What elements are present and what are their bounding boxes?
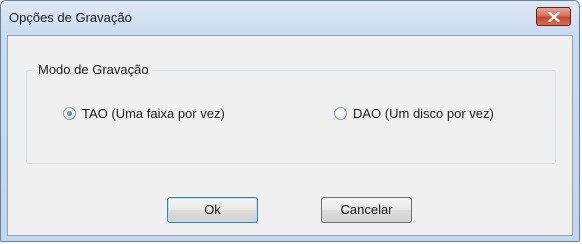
cancel-button[interactable]: Cancelar bbox=[321, 197, 412, 223]
close-icon bbox=[548, 12, 560, 22]
radio-tao[interactable]: TAO (Uma faixa por vez) bbox=[63, 106, 225, 121]
window-title: Opções de Gravação bbox=[9, 10, 132, 25]
dialog-window: Opções de Gravação Modo de Gravação TAO … bbox=[0, 0, 580, 242]
radio-icon[interactable] bbox=[63, 107, 76, 120]
dialog-content: Modo de Gravação TAO (Uma faixa por vez)… bbox=[7, 35, 573, 236]
ok-button[interactable]: Ok bbox=[167, 197, 258, 223]
close-button[interactable] bbox=[536, 7, 571, 26]
radio-icon[interactable] bbox=[334, 107, 347, 120]
title-bar[interactable]: Opções de Gravação bbox=[1, 1, 579, 35]
group-legend: Modo de Gravação bbox=[35, 62, 152, 77]
radio-dao-label[interactable]: DAO (Um disco por vez) bbox=[353, 106, 494, 121]
radio-dao[interactable]: DAO (Um disco por vez) bbox=[334, 106, 494, 121]
radio-tao-label[interactable]: TAO (Uma faixa por vez) bbox=[82, 106, 225, 121]
